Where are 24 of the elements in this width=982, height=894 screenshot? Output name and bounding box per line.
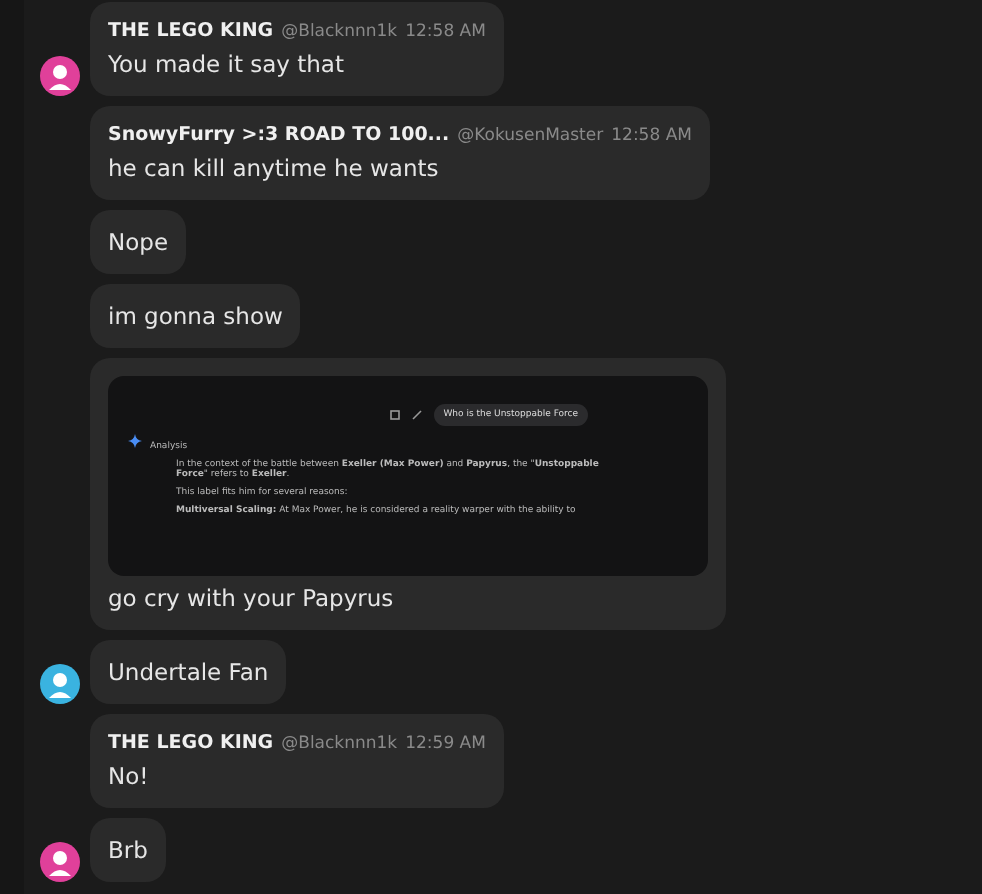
author-handle: @Blacknnn1k	[281, 22, 398, 42]
copy-icon	[389, 410, 400, 420]
screenshot-attachment[interactable]	[108, 376, 708, 576]
message-text: Nope	[108, 228, 169, 256]
message-text: go cry with your Papyrus	[108, 584, 396, 612]
message-text: he can kill anytime he wants	[108, 154, 441, 182]
avatar-icon[interactable]	[40, 56, 80, 96]
author-handle: @KokusenMaster	[457, 126, 604, 146]
avatar-icon[interactable]	[40, 664, 80, 704]
message-text: You made it say that	[108, 50, 346, 78]
author-name[interactable]: SnowyFurry >:3 ROAD TO 100...	[108, 124, 450, 146]
message-time: 12:59 AM	[405, 734, 486, 754]
author-name[interactable]: THE LEGO KING	[108, 732, 274, 754]
message-text: Undertale Fan	[108, 658, 269, 686]
pencil-icon	[411, 410, 422, 420]
message-text: No!	[108, 762, 151, 790]
message-text: Brb	[108, 836, 148, 864]
message-time: 12:58 AM	[611, 126, 692, 146]
message-text: im gonna show	[108, 302, 283, 330]
author-handle: @Blacknnn1k	[281, 734, 398, 754]
message-time: 12:58 AM	[405, 22, 486, 42]
avatar-icon[interactable]	[40, 842, 80, 882]
author-name[interactable]: THE LEGO KING	[108, 20, 274, 42]
sparkle-icon	[128, 434, 142, 448]
